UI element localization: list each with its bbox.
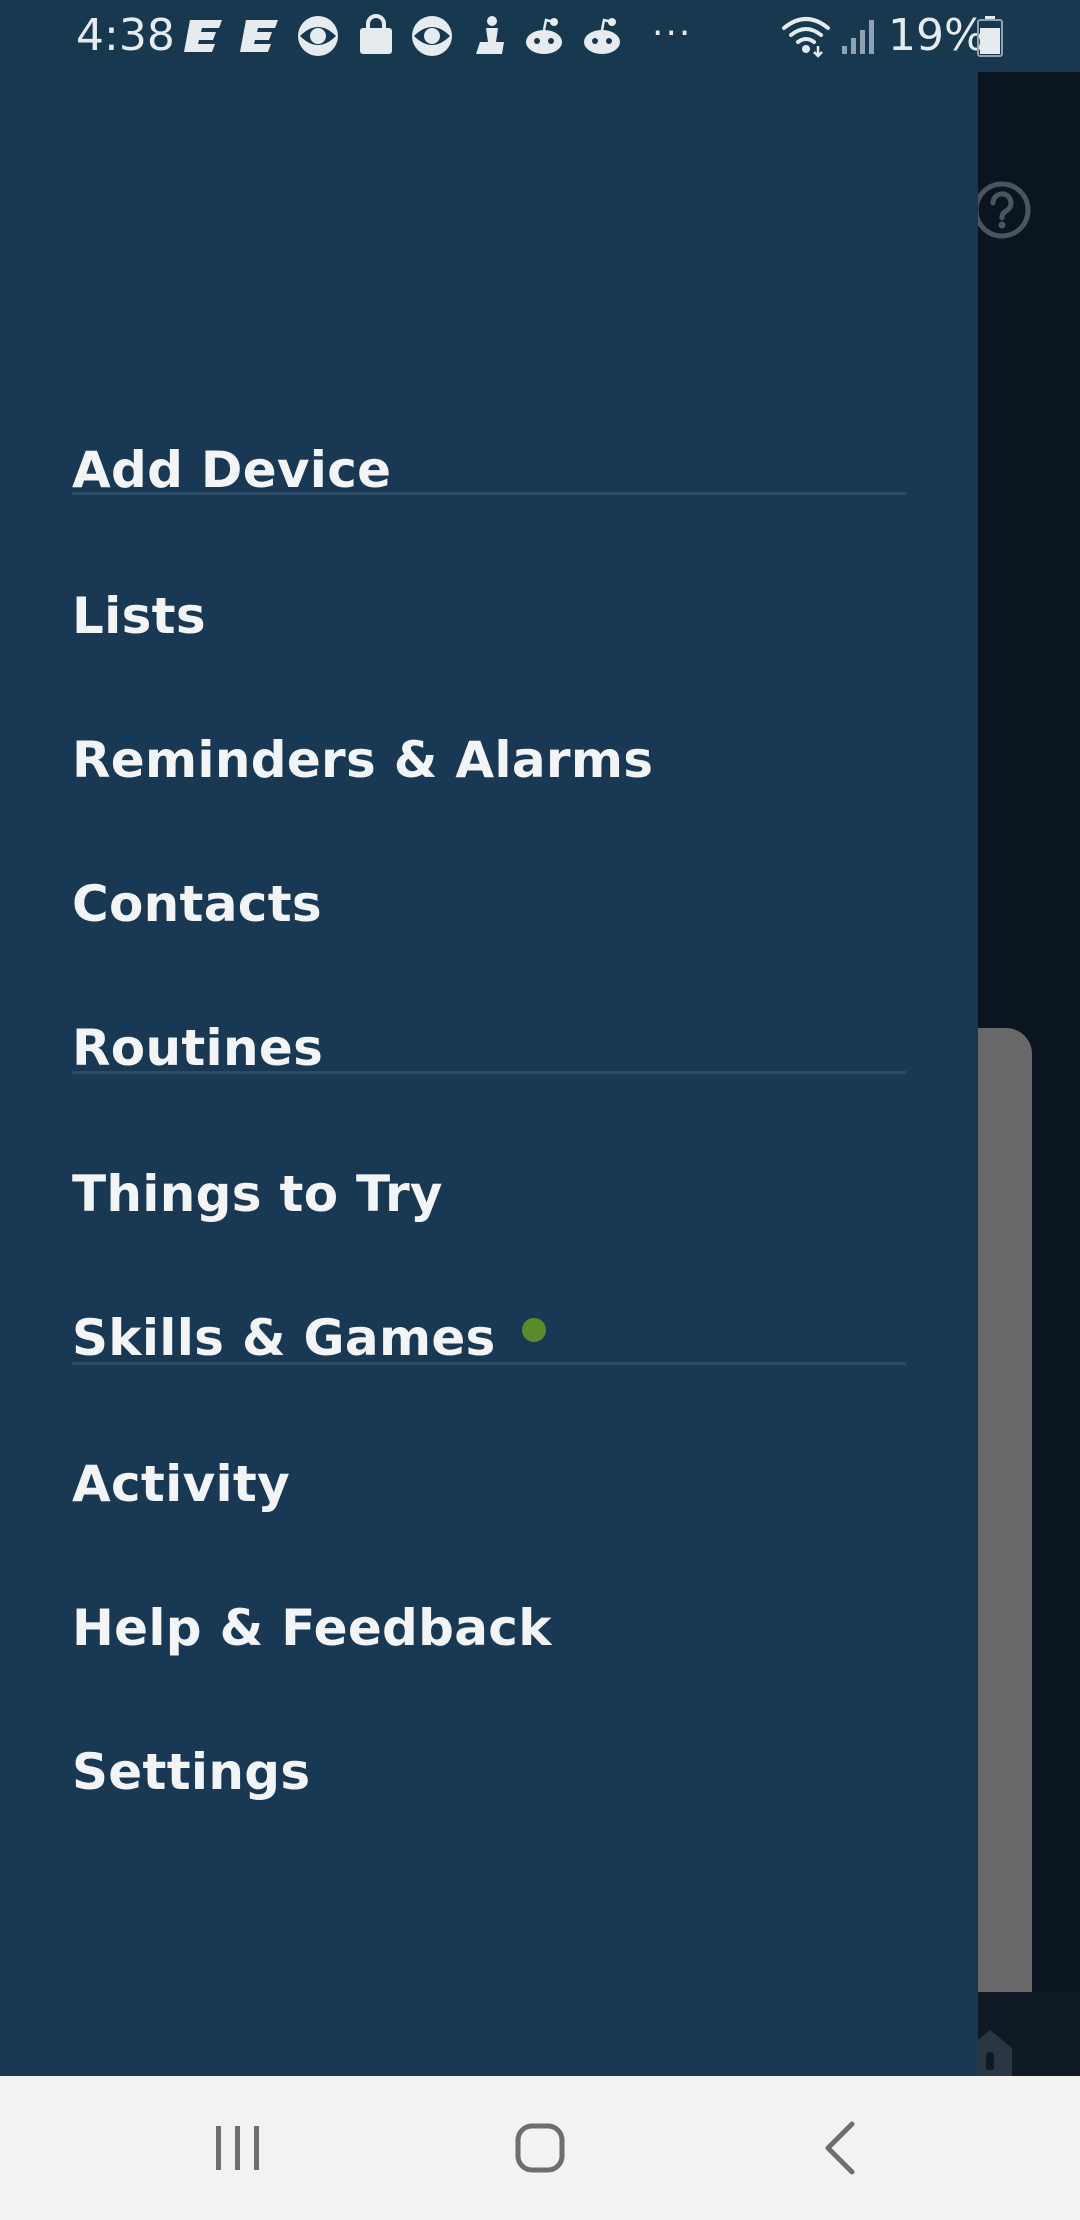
accessibility-icon (476, 16, 504, 54)
system-nav-bar (0, 2076, 1080, 2220)
menu-item-help-feedback[interactable]: Help & Feedback (72, 1578, 552, 1678)
menu-item-things-to-try[interactable]: Things to Try (72, 1144, 443, 1244)
menu-divider (72, 1071, 906, 1074)
status-overflow: ··· (652, 13, 693, 54)
menu-item-skills-games[interactable]: Skills & Games (72, 1288, 546, 1388)
home-icon[interactable] (504, 2112, 576, 2184)
menu-item-label: Skills & Games (72, 1309, 496, 1367)
reddit-icon (526, 18, 562, 54)
cbs-icon (412, 16, 452, 56)
menu-divider (72, 1362, 906, 1365)
battery-icon (977, 16, 1003, 57)
menu-item-label: Activity (72, 1455, 291, 1513)
espn-icon (240, 20, 278, 52)
menu-item-lists[interactable]: Lists (72, 566, 206, 666)
status-bar: 4:38 ··· 19% (0, 0, 1080, 72)
menu-item-label: Reminders & Alarms (72, 731, 654, 789)
menu-item-add-device[interactable]: Add Device (72, 420, 391, 520)
new-indicator-dot (521, 1318, 546, 1342)
menu-item-label: Things to Try (72, 1165, 443, 1223)
navigation-drawer: Add Device Lists Reminders & Alarms Cont… (0, 72, 978, 2076)
menu-item-label: Help & Feedback (72, 1599, 552, 1657)
status-time: 4:38 (76, 10, 175, 61)
screen: ces 4:38 (0, 0, 1080, 2220)
help-icon (973, 181, 1031, 239)
menu-item-settings[interactable]: Settings (72, 1722, 310, 1822)
espn-icon (184, 20, 222, 52)
menu-item-label: Lists (72, 587, 206, 645)
recent-apps-icon[interactable] (202, 2112, 274, 2184)
cbs-icon (298, 16, 338, 56)
shopping-bag-icon (360, 14, 392, 54)
menu-divider (72, 492, 906, 495)
menu-item-activity[interactable]: Activity (72, 1434, 290, 1534)
reddit-icon (584, 18, 620, 54)
battery-percent: 19% (888, 10, 986, 61)
back-icon[interactable] (806, 2112, 878, 2184)
menu-item-reminders-alarms[interactable]: Reminders & Alarms (72, 710, 653, 810)
wifi-icon (782, 17, 830, 58)
cell-signal-icon (842, 20, 874, 54)
menu-item-label: Add Device (72, 441, 392, 499)
menu-item-label: Routines (72, 1019, 324, 1077)
menu-item-label: Settings (72, 1743, 311, 1801)
menu-item-label: Contacts (72, 875, 322, 933)
menu-item-contacts[interactable]: Contacts (72, 854, 322, 954)
menu-item-routines[interactable]: Routines (72, 998, 323, 1098)
